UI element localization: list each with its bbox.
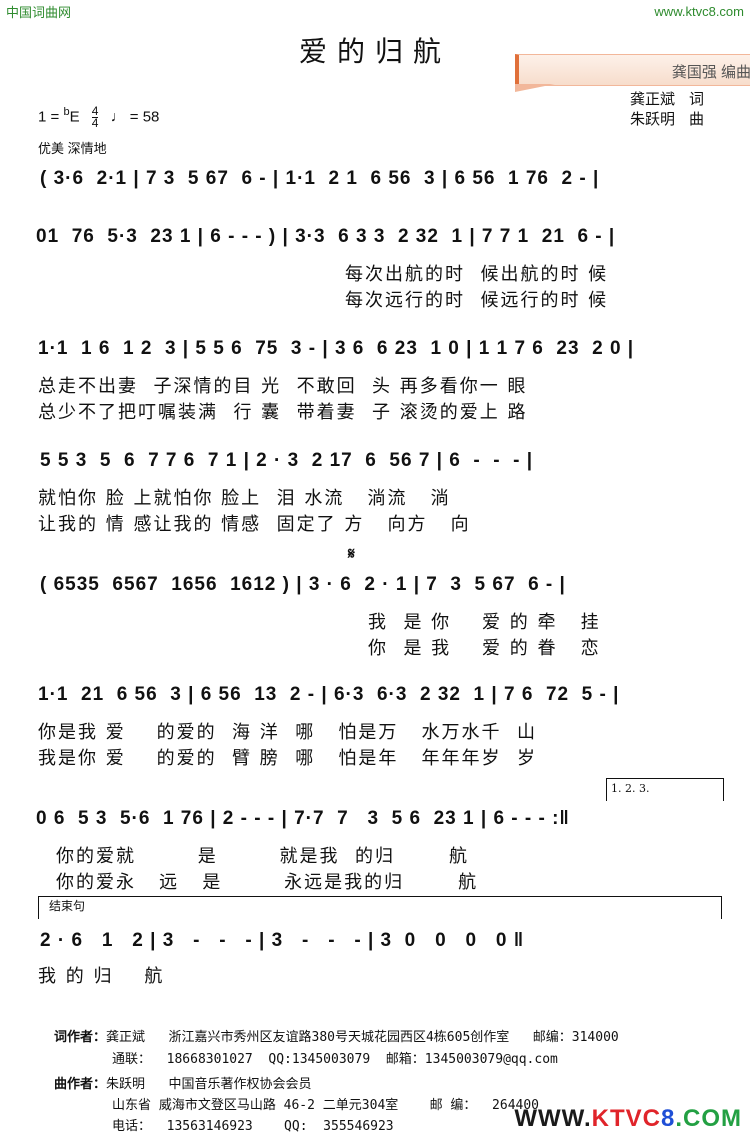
site-url-top-right: www.ktvc8.com (654, 4, 744, 19)
score-system-2: 01 76 5·3 23 1 | 6 - - - ) | 3·3 6 3 3 2… (36, 226, 616, 247)
lyric-line-7-1: 你的爱就 是 就是我 的归 航 (56, 846, 470, 867)
score-system-5: ( 6535 6567 1656 1612 ) | 3 · 6 2 · 1 | … (40, 574, 566, 595)
composer-affiliation: 朱跃明 中国音乐著作权协会会员 (106, 1077, 312, 1092)
composer-contact: 电话： 13563146923 QQ: 355546923 (112, 1119, 394, 1134)
lyric-line-3-2: 总少不了把叮嘱装满 行 囊 带着妻 子 滚烫的爱上 路 (38, 402, 528, 423)
callout-tail (515, 84, 555, 92)
score-system-1: ( 3·6 2·1 | 7 3 5 67 6 - | 1·1 2 1 6 56 … (40, 168, 600, 189)
lyricist-info-line-1: 词作者：龚正斌 浙江嘉兴市秀州区友谊路380号天城花园西区4栋605创作室 邮编… (54, 1026, 619, 1045)
site-name-top-left: 中国词曲网 (6, 5, 72, 20)
lyricist-label: 词作者： (54, 1030, 107, 1045)
lyricist-credit: 龚正斌词 (630, 88, 704, 109)
lyric-line-2-2: 每次远行的时 候远行的时 候 (345, 290, 609, 311)
lyric-line-8-1: 我 的 归 航 (38, 966, 165, 987)
tempo-value: = 58 (129, 108, 160, 126)
lyric-line-7-2: 你的爱永 远 是 永远是我的归 航 (56, 872, 479, 893)
score-system-7: 0 6 5 3 5·6 1 76 | 2 - - - | 7·7 7 3 5 6… (36, 808, 570, 829)
segno-sign: 𝄋 (348, 546, 355, 563)
lyric-line-5-2: 你 是 我 爱 的 眷 恋 (368, 638, 601, 659)
composer-label: 曲作者： (54, 1077, 107, 1092)
composer-address: 山东省 威海市文登区马山路 46-2 二单元304室 邮 编： 264400 (112, 1098, 540, 1113)
score-system-3: 1·1 1 6 1 2 3 | 5 5 6 75 3 - | 3 6 6 23 … (38, 338, 635, 359)
lyric-line-6-2: 我是你 爱 的爱的 臂 膀 哪 怕是年 年年年岁 岁 (38, 748, 537, 769)
score-system-6: 1·1 21 6 56 3 | 6 56 13 2 - | 6·3 6·3 2 … (38, 684, 620, 705)
composer-info-line-1: 曲作者：朱跃明 中国音乐著作权协会会员 (54, 1073, 312, 1092)
composer-name: 朱跃明 (630, 111, 676, 128)
score-system-4: 5 5 3 5 6 7 7 6 7 1 | 2 · 3 2 17 6 56 7 … (40, 450, 534, 471)
lyric-line-5-1: 我 是 你 爱 的 牵 挂 (368, 612, 601, 633)
composer-role: 曲 (689, 111, 705, 128)
lyricist-address: 龚正斌 浙江嘉兴市秀州区友谊路380号天城花园西区4栋605创作室 邮编：314… (106, 1030, 619, 1045)
site-watermark: WWW.KTVC8.COM (514, 1105, 742, 1133)
key-prefix: 1 = (38, 108, 64, 126)
expression-marking: 优美 深情地 (38, 141, 107, 156)
watermark-ktvc: KTVC (591, 1105, 661, 1132)
watermark-8: 8 (660, 1105, 676, 1132)
lyric-line-4-1: 就怕你 脸 上就怕你 脸上 泪 水流 淌流 淌 (38, 488, 451, 509)
watermark-www: WWW. (514, 1105, 592, 1132)
lyricist-role: 词 (689, 91, 705, 108)
time-signature: 4 4 (91, 105, 99, 130)
time-denominator: 4 (91, 116, 99, 130)
volta-label: 1. 2. 3. (611, 782, 650, 795)
lyric-line-2-1: 每次出航的时 候出航的时 候 (345, 264, 609, 285)
key-time-tempo: 1 = bE 4 4 ♩ = 58 (38, 105, 160, 130)
lyricist-contact: 通联： 18668301027 QQ:1345003079 邮箱：1345003… (112, 1052, 558, 1067)
lyric-line-3-1: 总走不出妻 子深情的目 光 不敢回 头 再多看你一 眼 (38, 376, 528, 397)
volta-bracket: 1. 2. 3. (606, 778, 724, 801)
coda-bracket: 结束句 (38, 896, 722, 919)
lyric-line-4-2: 让我的 情 感让我的 情感 固定了 方 向方 向 (38, 514, 471, 535)
quarter-note-icon: ♩ (110, 108, 126, 126)
coda-label: 结束句 (49, 899, 86, 913)
arranger-credit: 龚国强 编曲 (671, 64, 750, 81)
score-system-8: 2 · 6 1 2 | 3 - - - | 3 - - - | 3 0 0 0 … (40, 930, 525, 951)
watermark-com: .COM (675, 1105, 742, 1132)
lyric-line-6-1: 你是我 爱 的爱的 海 洋 哪 怕是万 水万水千 山 (38, 722, 537, 743)
arranger-callout: 龚国强 编曲 (515, 54, 750, 86)
composer-credit: 朱跃明曲 (630, 108, 704, 129)
lyricist-name: 龚正斌 (630, 91, 676, 108)
key-note: E (69, 108, 80, 126)
